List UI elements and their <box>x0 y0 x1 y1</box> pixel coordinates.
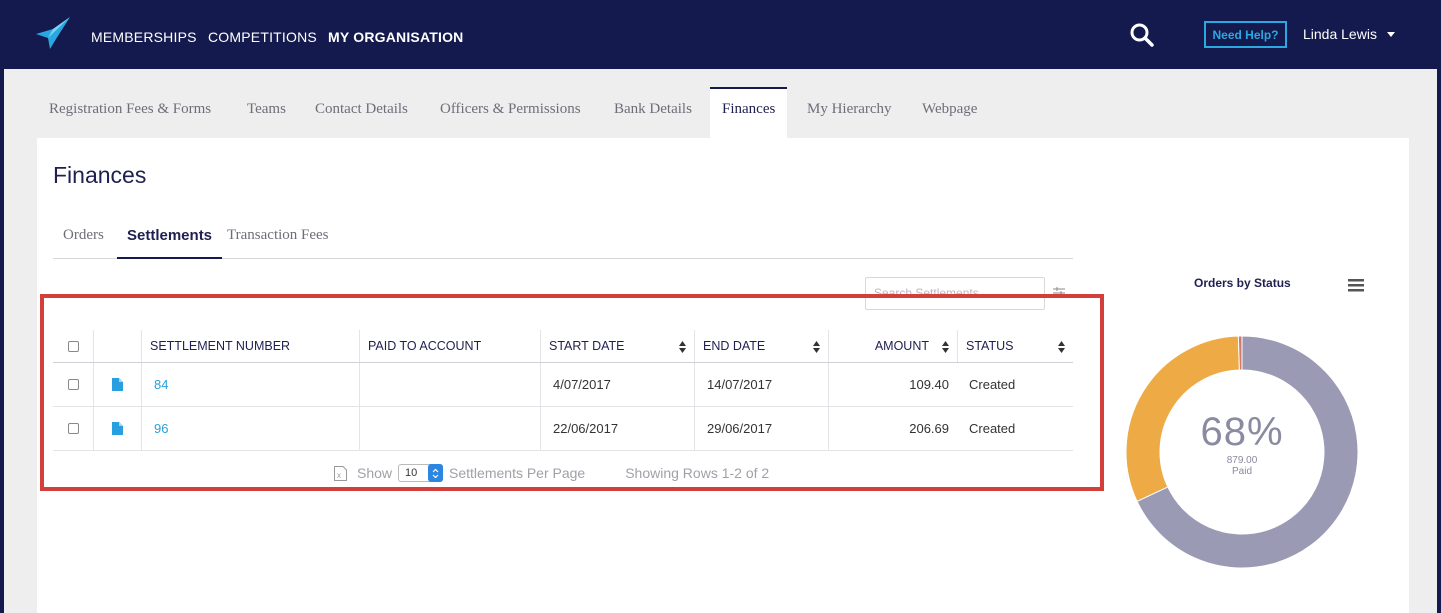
start-date-cell: 22/06/2017 <box>540 407 694 450</box>
top-navbar: MEMBERSHIPS COMPETITIONS MY ORGANISATION… <box>0 0 1441 69</box>
nav-memberships[interactable]: MEMBERSHIPS <box>91 29 197 45</box>
finance-subtabs: Orders Settlements Transaction Fees <box>53 219 1073 259</box>
hamburger-menu-icon[interactable] <box>1348 279 1364 292</box>
row-doc-cell <box>93 407 141 450</box>
per-page-label: Settlements Per Page <box>449 465 586 481</box>
document-icon[interactable] <box>112 378 123 391</box>
svg-text:x: x <box>337 471 341 480</box>
settlement-number-link[interactable]: 96 <box>154 421 168 436</box>
status-cell: Created <box>969 421 1016 436</box>
donut-slice-2[interactable] <box>1237 335 1243 371</box>
header-paid-to-account[interactable]: PAID TO ACCOUNT <box>359 330 540 362</box>
nav-my-organisation[interactable]: MY ORGANISATION <box>328 29 464 45</box>
page-title: Finances <box>53 162 147 188</box>
header-end-date[interactable]: END DATE <box>694 330 828 362</box>
sort-icon[interactable] <box>1058 341 1065 353</box>
select-all-checkbox[interactable] <box>67 340 79 352</box>
amount-cell: 206.69 <box>828 407 957 450</box>
end-date-cell: 14/07/2017 <box>694 363 828 406</box>
settlement-number-cell: 84 <box>141 363 359 406</box>
settlement-number-link[interactable]: 84 <box>154 377 168 392</box>
header-end-date-label: END DATE <box>703 339 766 353</box>
header-status[interactable]: STATUS <box>957 330 1073 362</box>
tab-officers-permissions[interactable]: Officers & Permissions <box>440 87 581 138</box>
header-settlement-number[interactable]: SETTLEMENT NUMBER <box>141 330 359 362</box>
paid-percentage: 68% <box>1200 410 1284 454</box>
header-amount[interactable]: AMOUNT <box>828 330 957 362</box>
subtab-settlements[interactable]: Settlements <box>117 219 223 259</box>
pagination-bar: x Show 10 Settlements Per Page Showing R… <box>334 463 769 483</box>
subtab-orders[interactable]: Orders <box>63 219 104 259</box>
paid-to-account-cell <box>359 407 540 450</box>
status-cell: Created <box>969 377 1016 392</box>
select-all-cell <box>53 330 93 362</box>
tab-finances[interactable]: Finances <box>710 87 788 138</box>
end-date-cell: 29/06/2017 <box>694 407 828 450</box>
document-icon[interactable] <box>112 422 123 435</box>
logo-star-icon[interactable] <box>36 17 70 51</box>
row-select-cell <box>53 363 93 406</box>
sort-icon[interactable] <box>679 341 686 353</box>
tab-my-hierarchy[interactable]: My Hierarchy <box>807 87 892 138</box>
row-select-cell <box>53 407 93 450</box>
table-row: 96 22/06/2017 29/06/2017 206.69 Created <box>53 407 1073 451</box>
chevron-down-icon <box>1386 31 1395 37</box>
header-start-date[interactable]: START DATE <box>540 330 694 362</box>
show-label: Show <box>357 465 393 481</box>
user-menu[interactable]: Linda Lewis <box>1303 26 1395 42</box>
row-doc-cell <box>93 363 141 406</box>
header-start-date-label: START DATE <box>549 339 625 353</box>
settlement-number-cell: 96 <box>141 407 359 450</box>
tab-webpage[interactable]: Webpage <box>922 87 977 138</box>
tab-bank-details[interactable]: Bank Details <box>614 87 692 138</box>
header-icon-col <box>93 330 141 362</box>
amount-cell: 109.40 <box>828 363 957 406</box>
nav-competitions[interactable]: COMPETITIONS <box>208 29 317 45</box>
search-settlements-input[interactable]: Search Settlements <box>865 277 1045 310</box>
chart-title: Orders by Status <box>1194 276 1291 290</box>
paid-amount: 879.00 <box>1226 455 1258 466</box>
excel-export-icon[interactable]: x <box>334 465 347 481</box>
user-name: Linda Lewis <box>1303 26 1377 42</box>
tab-teams[interactable]: Teams <box>247 87 286 138</box>
paid-to-account-cell <box>359 363 540 406</box>
paid-label: Paid <box>1231 466 1252 477</box>
row-checkbox[interactable] <box>67 423 79 434</box>
row-checkbox[interactable] <box>67 379 79 390</box>
sort-icon[interactable] <box>942 341 949 353</box>
tab-registration-fees-forms[interactable]: Registration Fees & Forms <box>49 87 211 138</box>
page-tabs: Registration Fees & Forms Teams Contact … <box>4 87 1437 138</box>
table-row: 84 4/07/2017 14/07/2017 109.40 Created <box>53 363 1073 407</box>
search-icon[interactable] <box>1129 22 1155 48</box>
per-page-value: 10 <box>405 467 418 479</box>
per-page-select[interactable]: 10 <box>398 464 444 482</box>
header-amount-label: AMOUNT <box>874 339 929 353</box>
sort-icon[interactable] <box>813 341 820 353</box>
need-help-button[interactable]: Need Help? <box>1204 21 1287 48</box>
chevron-updown-icon <box>428 464 444 482</box>
start-date-cell: 4/07/2017 <box>540 363 694 406</box>
donut-center-label: 68% 879.00 Paid <box>1120 410 1364 477</box>
filter-settings-icon[interactable] <box>1053 286 1065 296</box>
header-status-label: STATUS <box>966 339 1014 353</box>
subtab-transaction-fees[interactable]: Transaction Fees <box>227 219 329 259</box>
table-header-row: SETTLEMENT NUMBER PAID TO ACCOUNT START … <box>53 330 1073 363</box>
tab-contact-details[interactable]: Contact Details <box>315 87 408 138</box>
rows-count-label: Showing Rows 1-2 of 2 <box>625 465 770 481</box>
